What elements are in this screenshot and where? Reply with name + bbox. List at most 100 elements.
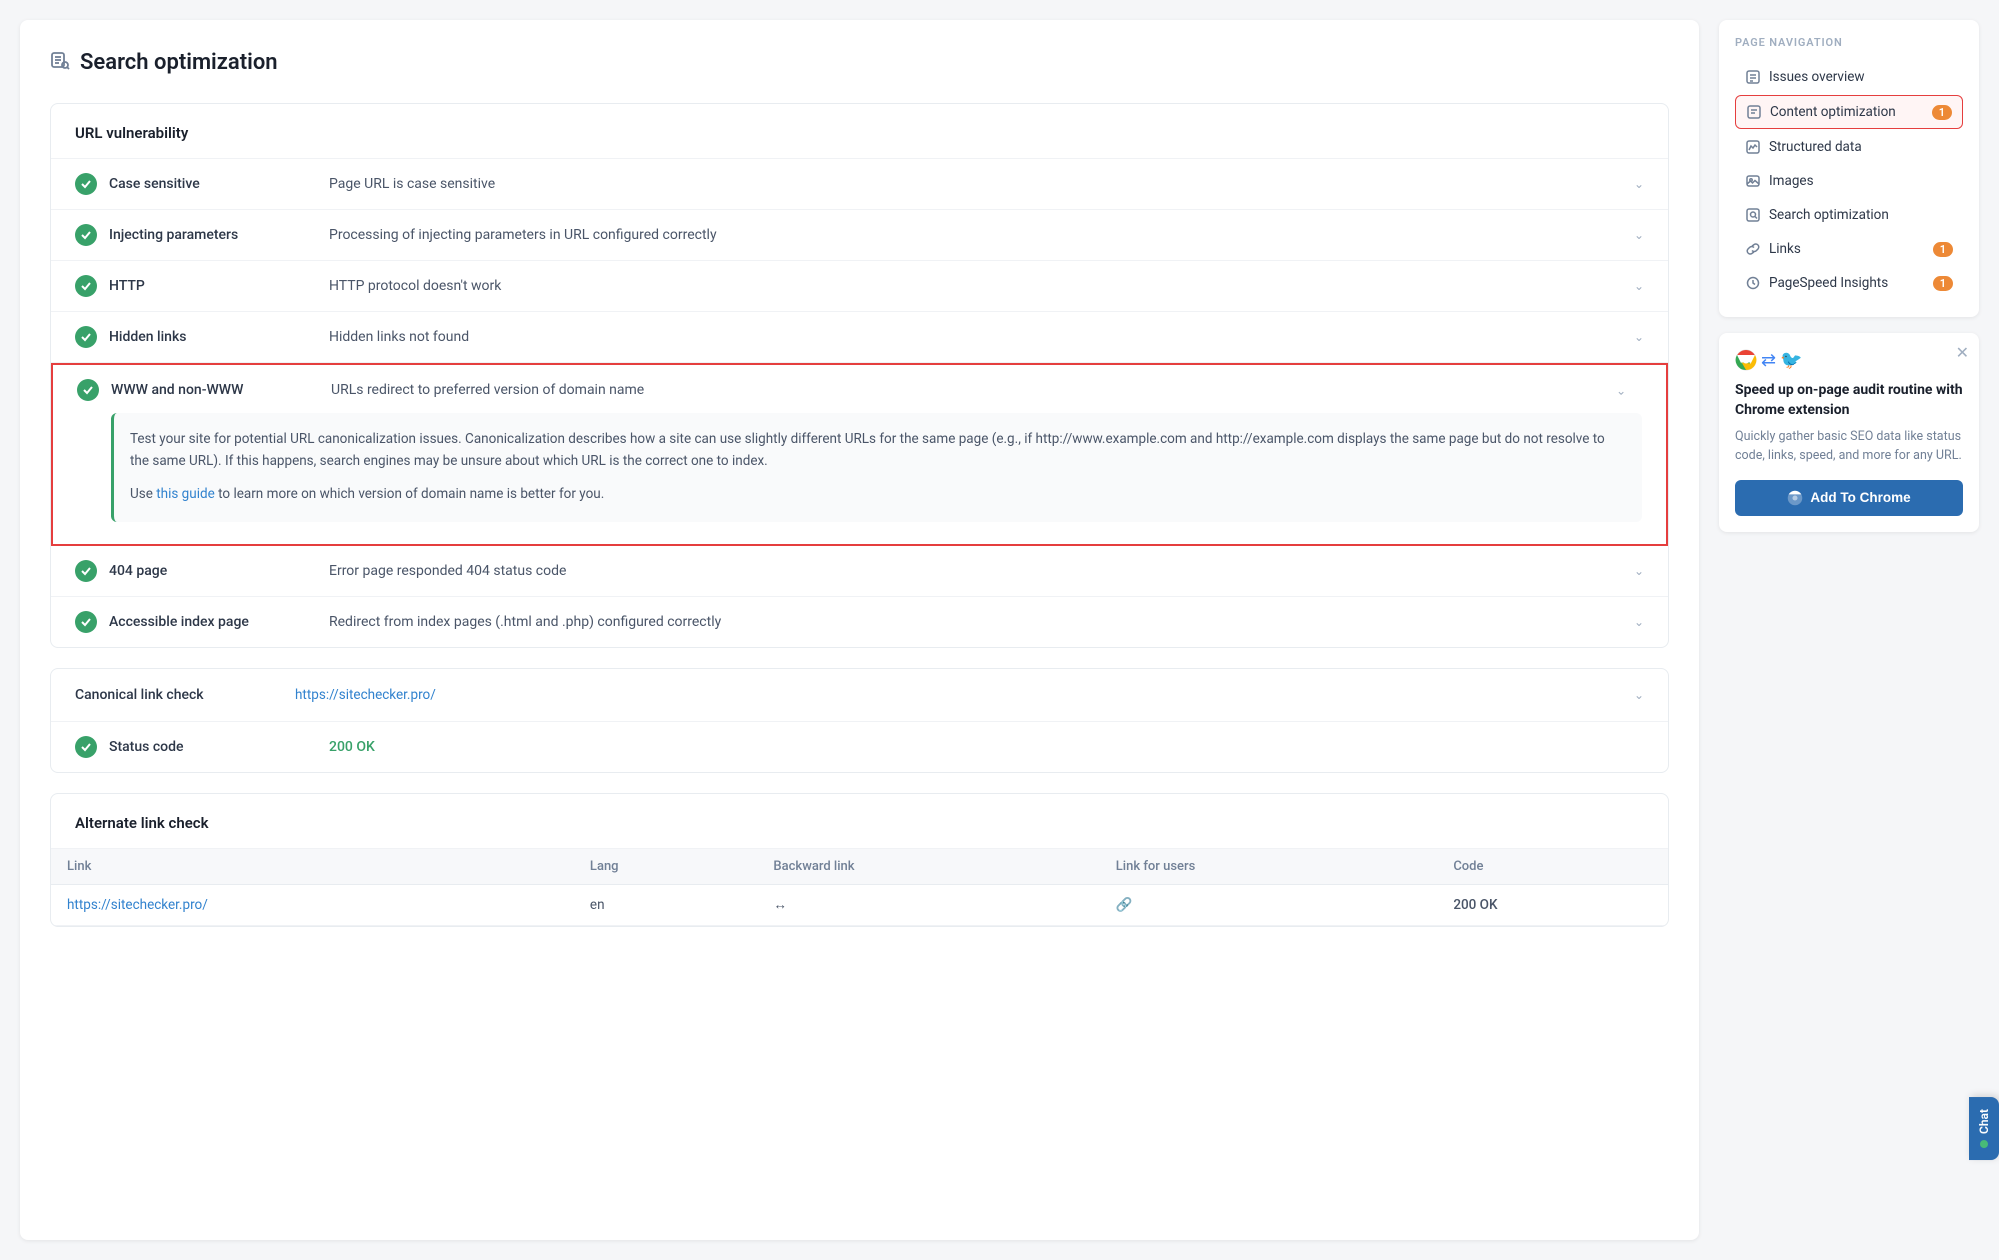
check-label-status-code: Status code <box>109 739 309 755</box>
check-desc-injecting-params: Processing of injecting parameters in UR… <box>329 227 1618 243</box>
chat-button[interactable]: Chat <box>1969 1097 1999 1160</box>
alt-backward: ↔ <box>757 884 1099 925</box>
chrome-icon <box>1735 349 1757 371</box>
chrome-btn-icon <box>1787 490 1803 506</box>
chevron-down-icon: ⌄ <box>1618 688 1644 702</box>
alternate-table: Link Lang Backward link Link for users C… <box>51 849 1668 926</box>
chrome-card-icons: ⇄ 🐦 <box>1735 349 1963 371</box>
arrow-icon: ⇄ <box>1761 350 1776 371</box>
badge-links: 1 <box>1933 242 1953 257</box>
check-row-accessible-index[interactable]: Accessible index page Redirect from inde… <box>51 597 1668 647</box>
check-desc-404: Error page responded 404 status code <box>329 563 1618 579</box>
col-lang: Lang <box>574 849 758 885</box>
image-icon <box>1745 173 1761 189</box>
alt-users: 🔗 <box>1100 884 1438 925</box>
sidebar-label-structured-data: Structured data <box>1769 139 1953 155</box>
content-icon <box>1746 104 1762 120</box>
table-row: https://sitechecker.pro/ en ↔ 🔗 200 OK <box>51 884 1668 925</box>
check-label-http: HTTP <box>109 278 309 294</box>
expanded-text-2: Use this guide to learn more on which ve… <box>130 484 1626 506</box>
sidebar-item-content-optimization[interactable]: Content optimization 1 <box>1735 95 1963 129</box>
check-row-hidden-links[interactable]: Hidden links Hidden links not found ⌄ <box>51 312 1668 363</box>
this-guide-link[interactable]: this guide <box>156 486 215 502</box>
close-button[interactable]: ✕ <box>1956 343 1969 363</box>
check-row-injecting-params[interactable]: Injecting parameters Processing of injec… <box>51 210 1668 261</box>
sidebar-item-links[interactable]: Links 1 <box>1735 233 1963 265</box>
check-icon-case-sensitive <box>75 173 97 195</box>
status-ok-value: 200 OK <box>329 739 375 755</box>
check-label-accessible-index: Accessible index page <box>109 614 309 630</box>
check-icon-404 <box>75 560 97 582</box>
check-icon-hidden-links <box>75 326 97 348</box>
sidebar-label-issues-overview: Issues overview <box>1769 69 1953 85</box>
col-link: Link <box>51 849 574 885</box>
check-label-404: 404 page <box>109 563 309 579</box>
check-label-hidden-links: Hidden links <box>109 329 309 345</box>
check-icon-http <box>75 275 97 297</box>
alt-link[interactable]: https://sitechecker.pro/ <box>67 897 208 913</box>
page-header-icon <box>50 50 70 75</box>
check-icon-status-code <box>75 736 97 758</box>
sidebar-label-images: Images <box>1769 173 1953 189</box>
chevron-down-icon: ⌄ <box>1618 615 1644 629</box>
check-label-injecting-params: Injecting parameters <box>109 227 309 243</box>
canonical-header[interactable]: Canonical link check https://sitechecker… <box>51 669 1668 722</box>
bird-icon: 🐦 <box>1780 350 1802 371</box>
check-desc-hidden-links: Hidden links not found <box>329 329 1618 345</box>
canonical-link[interactable]: https://sitechecker.pro/ <box>295 687 436 703</box>
check-desc-www-non-www: URLs redirect to preferred version of do… <box>331 382 1616 398</box>
sidebar: Page navigation Issues overview <box>1719 20 1979 1240</box>
check-icon-www-non-www <box>77 379 99 401</box>
chevron-down-icon: ⌄ <box>1618 564 1644 578</box>
check-label-case-sensitive: Case sensitive <box>109 176 309 192</box>
canonical-title: Canonical link check <box>75 687 275 703</box>
check-desc-accessible-index: Redirect from index pages (.html and .ph… <box>329 614 1618 630</box>
page-header: Search optimization <box>50 50 1669 75</box>
alt-lang: en <box>574 884 758 925</box>
sidebar-label-search-optimization: Search optimization <box>1769 207 1953 223</box>
chevron-up-icon: ⌃ <box>1616 383 1642 397</box>
search-icon <box>1745 207 1761 223</box>
add-to-chrome-button[interactable]: Add To Chrome <box>1735 480 1963 516</box>
chevron-down-icon: ⌄ <box>1618 279 1644 293</box>
alternate-title: Alternate link check <box>51 794 1668 849</box>
data-icon <box>1745 139 1761 155</box>
sidebar-label-content-optimization: Content optimization <box>1770 104 1924 120</box>
url-vulnerability-title: URL vulnerability <box>51 104 1668 159</box>
canonical-section: Canonical link check https://sitechecker… <box>50 668 1669 773</box>
sidebar-item-search-optimization[interactable]: Search optimization <box>1735 199 1963 231</box>
badge-pagespeed: 1 <box>1933 276 1953 291</box>
check-desc-case-sensitive: Page URL is case sensitive <box>329 176 1618 192</box>
list-icon <box>1745 69 1761 85</box>
sidebar-label-pagespeed: PageSpeed Insights <box>1769 275 1925 291</box>
check-row-case-sensitive[interactable]: Case sensitive Page URL is case sensitiv… <box>51 159 1668 210</box>
add-chrome-label: Add To Chrome <box>1810 490 1910 505</box>
nav-title: Page navigation <box>1735 36 1963 49</box>
sidebar-item-pagespeed[interactable]: PageSpeed Insights 1 <box>1735 267 1963 299</box>
check-row-http[interactable]: HTTP HTTP protocol doesn't work ⌄ <box>51 261 1668 312</box>
chrome-extension-card: ✕ ⇄ 🐦 Speed up on-page audit routine wit… <box>1719 333 1979 532</box>
sidebar-nav: Page navigation Issues overview <box>1719 20 1979 317</box>
check-row-404[interactable]: 404 page Error page responded 404 status… <box>51 546 1668 597</box>
sidebar-item-issues-overview[interactable]: Issues overview <box>1735 61 1963 93</box>
www-non-www-expanded-content: Test your site for potential URL canonic… <box>111 413 1642 522</box>
sidebar-item-images[interactable]: Images <box>1735 165 1963 197</box>
chevron-down-icon: ⌄ <box>1618 228 1644 242</box>
expanded-text-1: Test your site for potential URL canonic… <box>130 429 1626 472</box>
check-row-status-code[interactable]: Status code 200 OK <box>51 722 1668 772</box>
check-row-www-non-www[interactable]: WWW and non-WWW URLs redirect to preferr… <box>51 363 1668 546</box>
col-users: Link for users <box>1100 849 1438 885</box>
chrome-card-title: Speed up on-page audit routine with Chro… <box>1735 381 1963 420</box>
page-title: Search optimization <box>80 50 278 75</box>
badge-content-optimization: 1 <box>1932 105 1952 120</box>
col-backward: Backward link <box>757 849 1099 885</box>
col-code: Code <box>1437 849 1668 885</box>
check-label-www-non-www: WWW and non-WWW <box>111 382 311 398</box>
sidebar-item-structured-data[interactable]: Structured data <box>1735 131 1963 163</box>
chevron-down-icon: ⌄ <box>1618 177 1644 191</box>
url-vulnerability-section: URL vulnerability Case sensitive Page UR… <box>50 103 1669 648</box>
alternate-section: Alternate link check Link Lang Backward … <box>50 793 1669 927</box>
alt-code: 200 OK <box>1437 884 1668 925</box>
check-icon-accessible-index <box>75 611 97 633</box>
chat-dot <box>1980 1140 1988 1148</box>
